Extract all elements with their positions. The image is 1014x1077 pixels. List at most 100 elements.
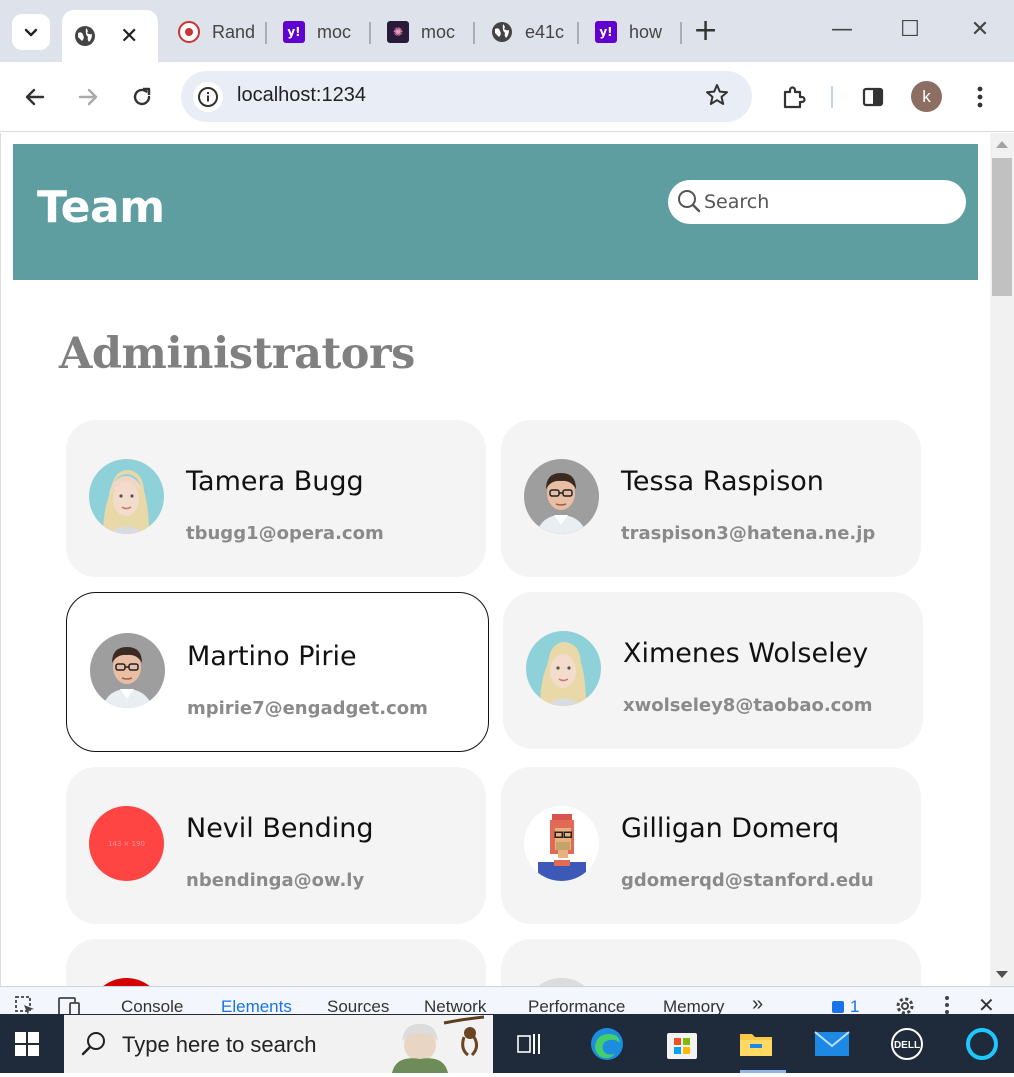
member-card[interactable]: Ximenes Wolseley xwolseley8@taobao.com bbox=[503, 592, 923, 749]
reload-icon bbox=[133, 87, 151, 106]
devtools-tab-sources[interactable]: Sources bbox=[327, 997, 389, 1014]
search-box[interactable] bbox=[668, 180, 966, 224]
member-card[interactable] bbox=[501, 939, 921, 986]
devtools-tabbar: Console Elements Sources Network Perform… bbox=[0, 986, 1014, 1014]
member-card[interactable]: Tamera Bugg tbugg1@opera.com bbox=[66, 420, 486, 577]
member-email: xwolseley8@taobao.com bbox=[623, 695, 873, 716]
scroll-thumb[interactable] bbox=[992, 158, 1012, 296]
member-name: Ximenes Wolseley bbox=[623, 638, 869, 669]
member-card[interactable]: 143 × 190 Nevil Bending nbendinga@ow.ly bbox=[66, 767, 486, 924]
address-bar[interactable]: localhost:1234 bbox=[181, 71, 752, 122]
avatar bbox=[90, 633, 165, 708]
scroll-up-arrow-icon[interactable] bbox=[996, 141, 1008, 148]
globe-icon bbox=[491, 21, 513, 43]
puzzle-icon bbox=[783, 86, 806, 109]
new-tab-button[interactable]: + bbox=[693, 16, 718, 46]
section-title: Administrators bbox=[59, 329, 415, 379]
profile-avatar[interactable]: k bbox=[911, 81, 942, 112]
extensions-button[interactable] bbox=[778, 82, 808, 112]
task-view-icon[interactable] bbox=[510, 1024, 550, 1064]
member-name: Nevil Bending bbox=[186, 813, 374, 844]
tab-separator bbox=[473, 22, 475, 44]
avatar bbox=[524, 978, 599, 986]
team-header: Team bbox=[13, 144, 978, 280]
avatar bbox=[89, 459, 164, 534]
cortana-icon[interactable] bbox=[962, 1024, 1002, 1064]
tab-1[interactable]: Rand bbox=[178, 12, 258, 52]
avatar bbox=[526, 631, 601, 706]
member-name: Tamera Bugg bbox=[186, 466, 364, 497]
page-viewport: Team Administrators Tamera Bugg tbugg1@o… bbox=[0, 133, 990, 986]
yahoo-icon: y! bbox=[283, 21, 305, 43]
minimize-button[interactable]: — bbox=[822, 14, 862, 46]
devtools-tab-network[interactable]: Network bbox=[424, 997, 486, 1014]
tab-5[interactable]: y! how bbox=[595, 12, 673, 52]
scroll-down-arrow-icon[interactable] bbox=[996, 971, 1008, 978]
mail-icon[interactable] bbox=[812, 1024, 852, 1064]
devtools-tab-memory[interactable]: Memory bbox=[663, 997, 724, 1014]
devtools-tab-performance[interactable]: Performance bbox=[528, 997, 625, 1014]
taskbar-search-box[interactable]: Type here to search bbox=[64, 1015, 493, 1073]
member-name: Gilligan Domerq bbox=[621, 813, 840, 844]
more-tabs-icon[interactable]: » bbox=[752, 993, 763, 1014]
microsoft-store-icon[interactable] bbox=[662, 1024, 702, 1064]
member-email: mpirie7@engadget.com bbox=[187, 698, 428, 719]
close-window-button[interactable]: ✕ bbox=[960, 14, 1000, 46]
bookmark-star-icon[interactable] bbox=[704, 82, 730, 112]
search-icon bbox=[676, 188, 702, 218]
tab-2[interactable]: y! moc bbox=[283, 12, 361, 52]
devtools-tab-console[interactable]: Console bbox=[121, 997, 183, 1014]
close-devtools-icon[interactable]: ✕ bbox=[978, 995, 995, 1014]
close-tab-icon[interactable]: ✕ bbox=[120, 24, 138, 49]
arrow-right-icon bbox=[78, 88, 98, 106]
avatar bbox=[524, 459, 599, 534]
device-toolbar-icon[interactable] bbox=[57, 995, 81, 1014]
tab-3[interactable]: ✺ moc bbox=[387, 12, 463, 52]
page-scrollbar[interactable] bbox=[990, 133, 1014, 986]
devtools-tab-elements[interactable]: Elements bbox=[221, 997, 292, 1014]
dell-icon[interactable]: DELL bbox=[887, 1024, 927, 1064]
gear-icon[interactable] bbox=[893, 994, 917, 1014]
mockaroo-icon bbox=[178, 21, 200, 43]
member-card[interactable] bbox=[66, 939, 486, 986]
tab-search-button[interactable] bbox=[12, 14, 50, 50]
issues-count[interactable]: 1 bbox=[850, 997, 859, 1014]
member-email: nbendinga@ow.ly bbox=[186, 870, 365, 891]
member-email: gdomerqd@stanford.edu bbox=[621, 870, 874, 891]
member-card[interactable]: Tessa Raspison traspison3@hatena.ne.jp bbox=[501, 420, 921, 577]
site-info-button[interactable] bbox=[193, 82, 223, 112]
back-button[interactable] bbox=[20, 82, 50, 112]
edge-browser-icon[interactable] bbox=[587, 1024, 627, 1064]
windows-start-icon[interactable] bbox=[15, 1032, 39, 1060]
tab-separator bbox=[265, 22, 267, 44]
member-card-selected[interactable]: Martino Pirie mpirie7@engadget.com bbox=[66, 592, 489, 752]
tab-separator bbox=[680, 22, 682, 44]
tab-active[interactable]: ✕ bbox=[62, 10, 158, 62]
browser-tab-strip: ✕ Rand y! moc ✺ moc e41c y! how + — ☐ ✕ bbox=[0, 0, 1014, 62]
member-name: Martino Pirie bbox=[187, 641, 357, 672]
bug-icon: ✺ bbox=[387, 21, 409, 43]
windows-taskbar: Type here to search DELL bbox=[0, 1014, 1014, 1073]
maximize-button[interactable]: ☐ bbox=[890, 14, 930, 46]
tab-4[interactable]: e41c bbox=[491, 12, 567, 52]
chevron-down-icon bbox=[24, 28, 38, 37]
member-name: Tessa Raspison bbox=[621, 466, 824, 497]
inspect-element-icon[interactable] bbox=[14, 995, 36, 1014]
placeholder-size-text: 143 × 190 bbox=[107, 839, 146, 848]
forward-button[interactable] bbox=[73, 82, 103, 112]
side-panel-button[interactable] bbox=[858, 82, 888, 112]
search-input[interactable] bbox=[704, 187, 944, 217]
tab-separator bbox=[369, 22, 371, 44]
devtools-menu-icon[interactable] bbox=[944, 995, 950, 1014]
reload-button[interactable] bbox=[127, 82, 157, 112]
member-email: traspison3@hatena.ne.jp bbox=[621, 523, 876, 544]
browser-menu-button[interactable] bbox=[965, 82, 995, 112]
member-card[interactable]: Gilligan Domerq gdomerqd@stanford.edu bbox=[501, 767, 921, 924]
url-text: localhost:1234 bbox=[237, 84, 366, 106]
issues-icon[interactable] bbox=[832, 1001, 844, 1013]
toolbar-divider bbox=[831, 86, 833, 108]
page-title: Team bbox=[37, 182, 165, 233]
arrow-left-icon bbox=[25, 88, 45, 106]
file-explorer-icon[interactable] bbox=[736, 1024, 776, 1064]
taskbar-search-placeholder: Type here to search bbox=[122, 1032, 317, 1057]
